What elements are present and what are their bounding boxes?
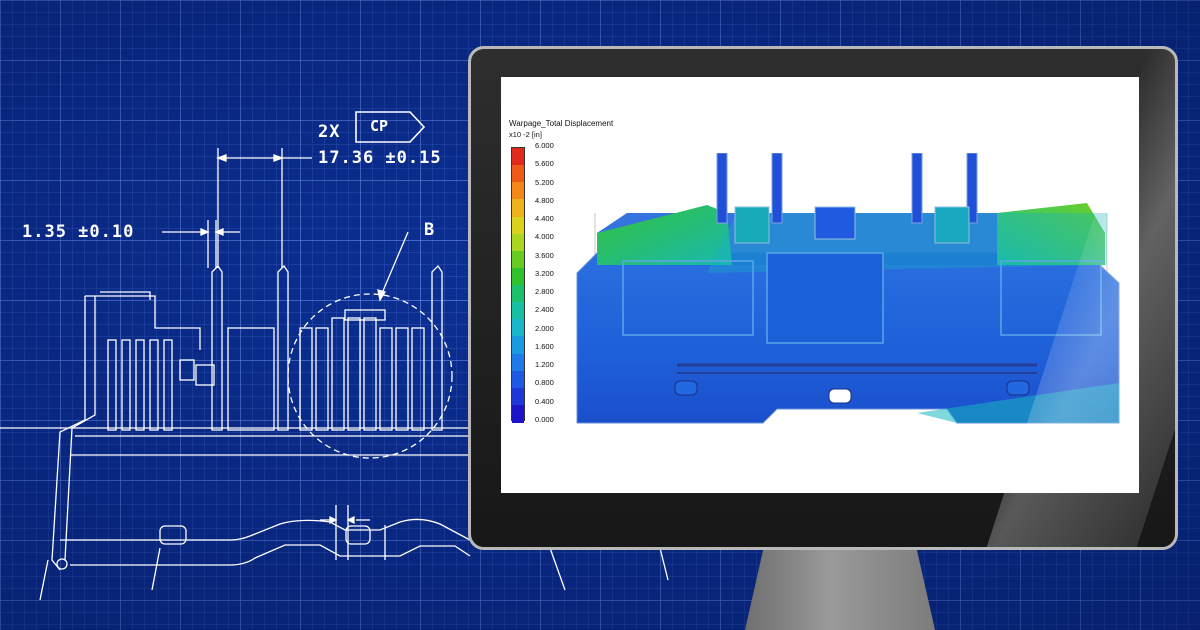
legend-value-label: 3.600 [535, 250, 554, 260]
legend-color-segment [512, 216, 524, 235]
legend-color-bar [511, 147, 525, 423]
legend-value-label: 4.000 [535, 232, 554, 242]
legend-value-label: 5.600 [535, 159, 554, 169]
legend-color-segment [512, 182, 524, 200]
dimension-top-value: 17.36 ±0.15 [318, 148, 442, 168]
legend-color-segment [512, 148, 524, 166]
legend-value-label: 4.800 [535, 195, 554, 205]
legend-color-segment [512, 370, 524, 389]
detail-label: B [424, 220, 436, 240]
legend-value-label: 1.600 [535, 341, 554, 351]
dimension-prefix: 2X [318, 122, 341, 142]
legend-value-label: 2.800 [535, 287, 554, 297]
legend-value-label: 0.400 [535, 396, 554, 406]
legend-color-segment [512, 233, 524, 252]
legend-title: Warpage_Total Displacement [509, 119, 614, 128]
legend-value-label: 4.400 [535, 214, 554, 224]
dimension-left-value: 1.35 ±0.10 [22, 222, 135, 242]
legend-value-label: 2.000 [535, 323, 554, 333]
legend-value-label: 0.000 [535, 415, 554, 424]
legend-color-segment [512, 387, 524, 406]
legend-value-label: 0.800 [535, 378, 554, 388]
cp-tag: CP [356, 112, 426, 142]
cp-tag-label: CP [370, 117, 389, 135]
legend-value-label: 6.000 [535, 141, 554, 150]
legend-color-segment [512, 250, 524, 269]
monitor-stand [745, 546, 935, 630]
legend-color-segment [512, 404, 524, 423]
legend-color-segment [512, 165, 524, 183]
legend-value-label: 2.400 [535, 305, 554, 315]
legend-color-segment [512, 199, 524, 217]
legend-value-label: 5.200 [535, 177, 554, 187]
legend-color-segment [512, 336, 524, 354]
legend-color-segment [512, 267, 524, 286]
legend-value-label: 3.200 [535, 268, 554, 278]
monitor: Warpage_Total Displacement x10 -2 [in] 6… [468, 46, 1178, 550]
legend-color-segment [512, 302, 524, 320]
legend-color-segment [512, 319, 524, 337]
legend-unit: x10 -2 [in] [509, 130, 542, 139]
legend-color-segment [512, 353, 524, 372]
legend-color-segment [512, 285, 524, 303]
legend-value-label: 1.200 [535, 360, 554, 370]
